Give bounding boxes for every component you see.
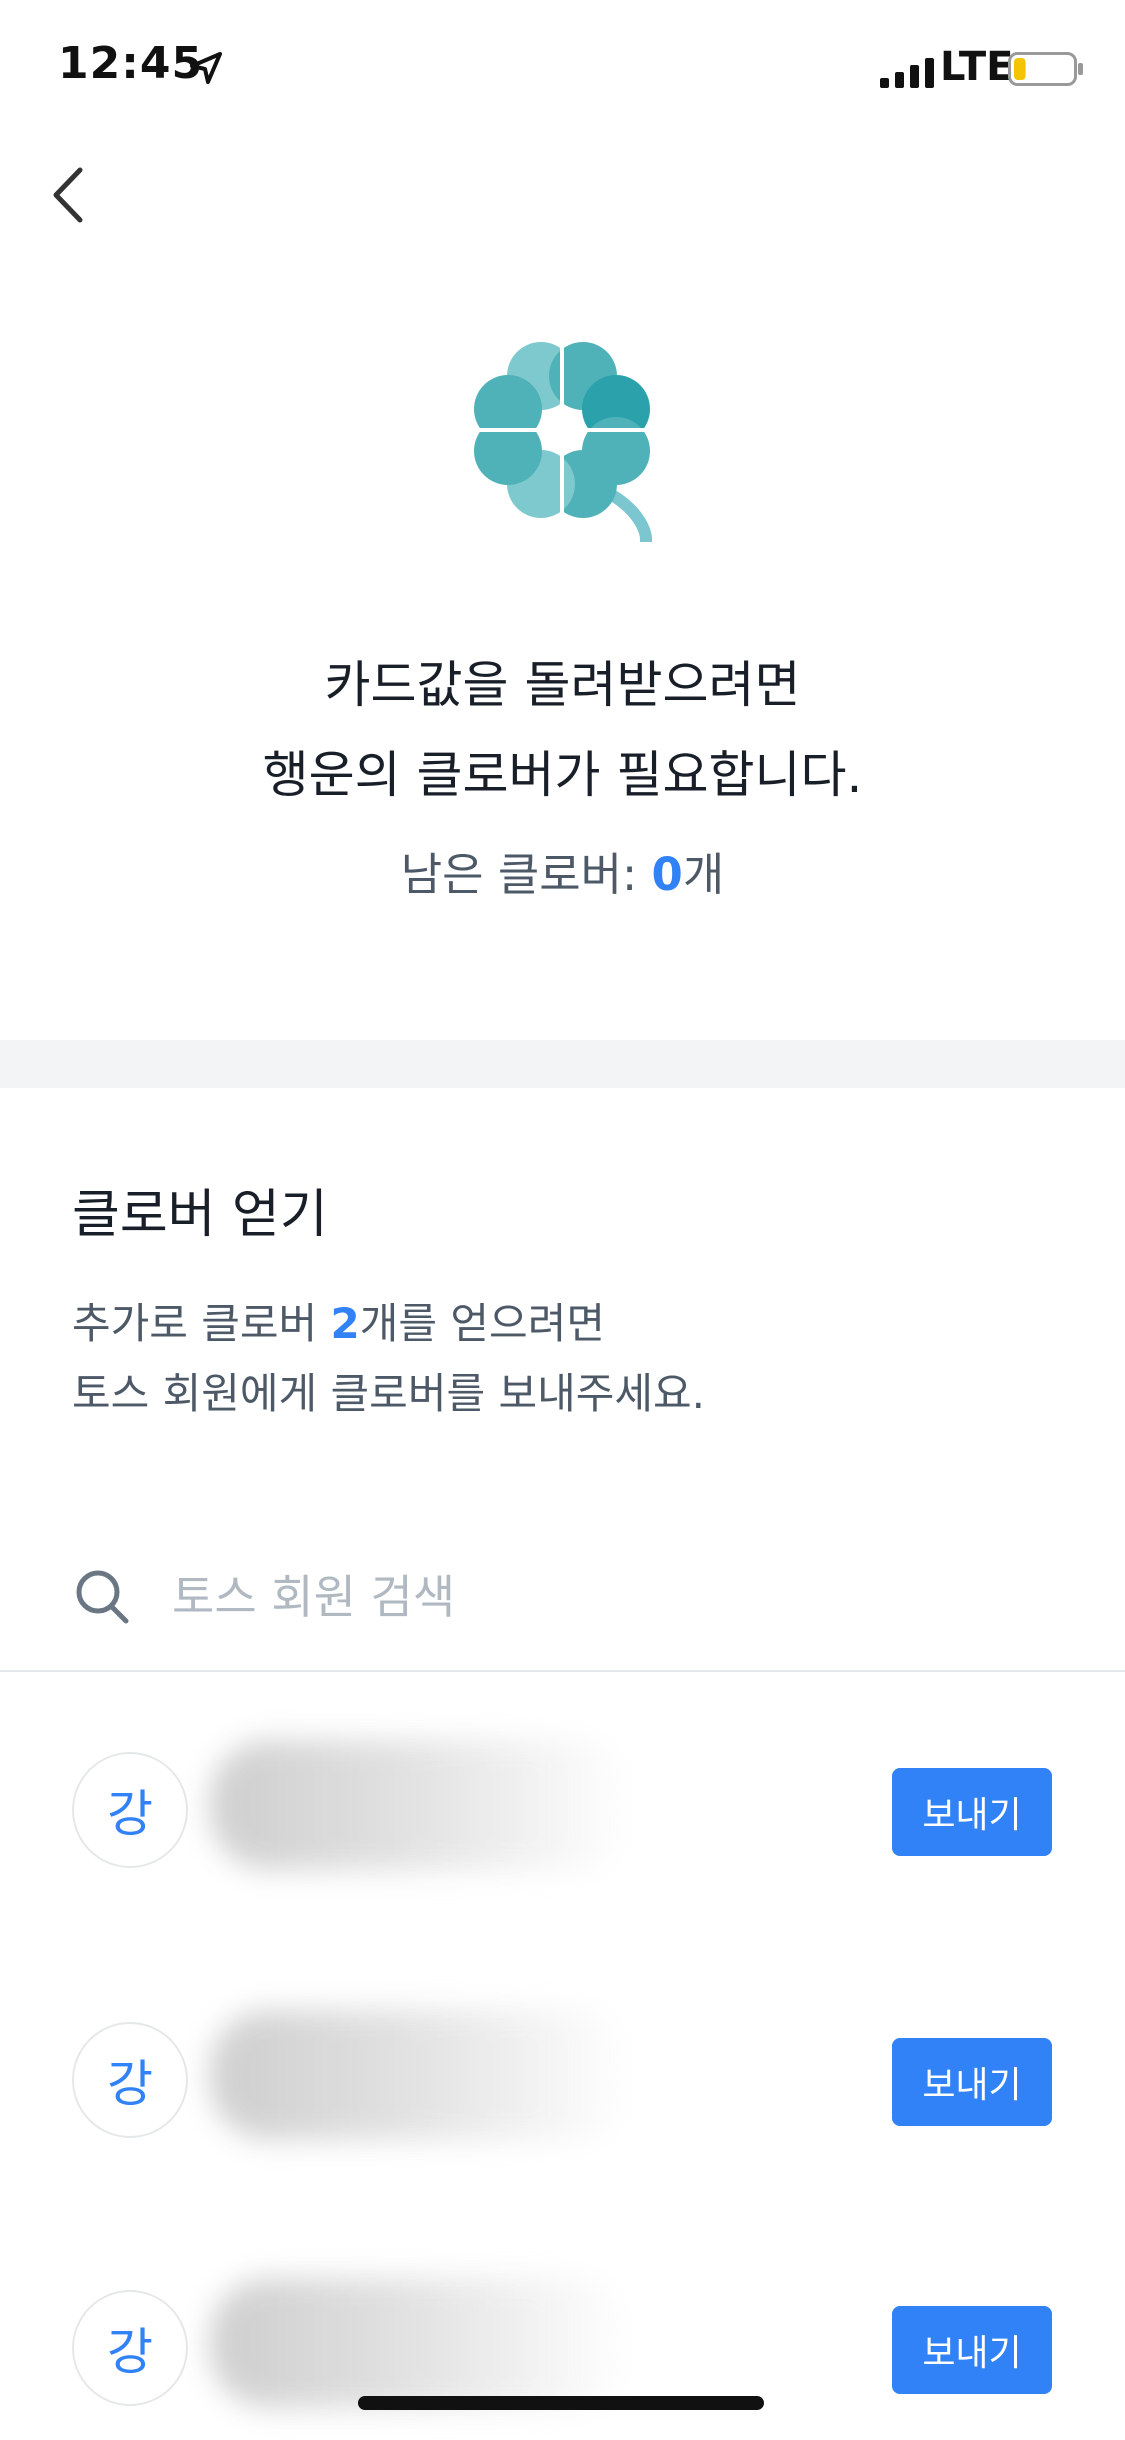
- avatar: 강: [72, 1752, 188, 1868]
- avatar: 강: [72, 2290, 188, 2406]
- battery-icon: [1008, 52, 1083, 86]
- blurred-contact-name: [210, 2010, 630, 2140]
- desc-suffix: 개를 얻으려면: [359, 1299, 605, 1348]
- search-input[interactable]: [170, 1556, 1034, 1638]
- clover-icon: [472, 340, 653, 542]
- section-divider: [0, 1040, 1125, 1088]
- chevron-left-icon: [53, 167, 83, 223]
- signal-icon: [880, 58, 934, 88]
- search-bar[interactable]: [0, 1530, 1125, 1672]
- network-type: LTE: [940, 44, 1014, 90]
- search-icon: [76, 1570, 129, 1624]
- desc-prefix: 추가로 클로버: [72, 1299, 331, 1348]
- send-button[interactable]: 보내기: [892, 2306, 1052, 2394]
- section-title: 클로버 얻기: [72, 1185, 328, 1245]
- section-description-line-2: 토스 회원에게 클로버를 보내주세요.: [72, 1369, 706, 1418]
- contact-row: 강 보내기: [0, 1992, 1125, 2172]
- send-button[interactable]: 보내기: [892, 1768, 1052, 1856]
- back-button[interactable]: [40, 150, 100, 240]
- send-button[interactable]: 보내기: [892, 2038, 1052, 2126]
- desc-count: 2: [330, 1299, 360, 1348]
- contact-row: 강 보내기: [0, 1722, 1125, 1902]
- section-description-line-1: 추가로 클로버 2개를 얻으려면: [72, 1290, 605, 1351]
- blurred-contact-name: [210, 1740, 630, 1870]
- home-indicator[interactable]: [358, 2396, 764, 2410]
- headline-line-2: 행운의 클로버가 필요합니다.: [262, 746, 863, 804]
- location-arrow-icon: [190, 52, 222, 84]
- remaining-count: 0: [651, 848, 683, 901]
- headline-line-1: 카드값을 돌려받으려면: [324, 656, 801, 714]
- status-time: 12:45: [58, 38, 204, 89]
- remaining-unit: 개: [682, 848, 725, 901]
- avatar: 강: [72, 2022, 188, 2138]
- blurred-contact-name: [210, 2278, 630, 2408]
- contact-row: 강 보내기: [0, 2260, 1125, 2440]
- remaining-clovers: 남은 클로버: 0개: [0, 838, 1125, 903]
- remaining-label: 남은 클로버:: [400, 848, 652, 901]
